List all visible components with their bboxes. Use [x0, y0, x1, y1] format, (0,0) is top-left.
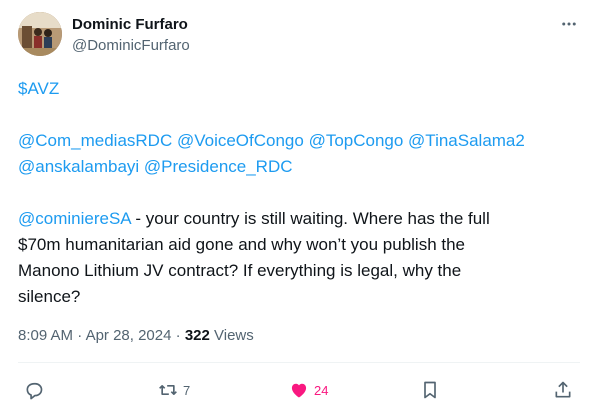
more-dots-icon	[562, 22, 576, 26]
retweet-button[interactable]: 7	[157, 376, 190, 404]
like-button[interactable]: 24	[288, 376, 328, 404]
retweet-icon	[159, 385, 177, 395]
author-handle[interactable]: @DominicFurfaro	[72, 36, 190, 56]
tweet-time[interactable]: 8:09 AM	[18, 327, 73, 344]
reply-button[interactable]	[24, 376, 48, 404]
meta-separator: ·	[73, 327, 86, 344]
share-icon	[555, 381, 571, 398]
bookmark-icon	[424, 381, 436, 399]
share-button[interactable]	[553, 376, 573, 404]
tweet-card: Dominic Furfaro @DominicFurfaro $AVZ @Co…	[0, 0, 598, 417]
heart-icon	[291, 383, 307, 398]
reply-icon	[26, 382, 43, 400]
tweet-body-text: silence?	[18, 287, 81, 306]
avatar[interactable]	[18, 12, 62, 56]
cashtag-link[interactable]: $AVZ	[18, 79, 59, 98]
retweet-count: 7	[183, 382, 191, 398]
tweet-text: $AVZ @Com_mediasRDC @VoiceOfCongo @TopCo…	[18, 76, 583, 310]
mentions-link-group[interactable]: @anskalambayi @Presidence_RDC	[18, 157, 293, 176]
tweet-meta: 8:09 AM · Apr 28, 2024 · 322 Views	[18, 326, 254, 346]
views-label: Views	[209, 327, 254, 344]
bookmark-button[interactable]	[420, 376, 440, 404]
author-display-name[interactable]: Dominic Furfaro	[72, 15, 188, 35]
mentions-link-group[interactable]: @Com_mediasRDC @VoiceOfCongo @TopCongo @…	[18, 131, 525, 150]
meta-separator: ·	[171, 327, 185, 344]
views-count: 322	[184, 327, 210, 344]
mention-link[interactable]: @cominiereSA	[18, 209, 131, 228]
avatar-photo-icon	[18, 12, 62, 56]
divider	[18, 362, 580, 363]
more-options-button[interactable]	[558, 14, 580, 34]
like-count: 24	[314, 382, 329, 398]
tweet-body-text: $70m humanitarian aid gone and why won’t…	[18, 235, 466, 254]
tweet-body-text: - your country is still waiting. Where h…	[130, 209, 490, 228]
tweet-body-text: Manono Lithium JV contract? If everythin…	[18, 261, 462, 280]
tweet-date[interactable]: Apr 28, 2024	[86, 327, 172, 344]
action-bar: 7 24	[0, 376, 598, 404]
